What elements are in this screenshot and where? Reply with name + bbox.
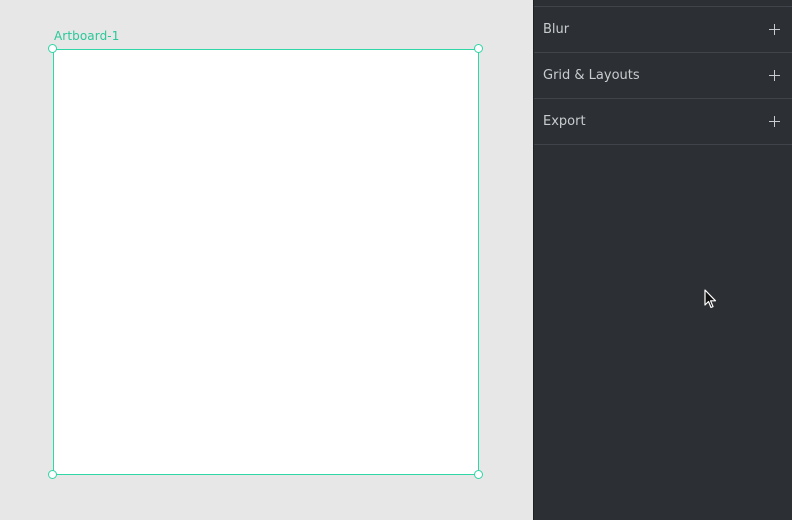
design-canvas[interactable]: Artboard-1 (0, 0, 533, 520)
properties-panel: Blur Grid & Layouts Export (533, 0, 792, 520)
add-grid-plus-icon[interactable] (769, 70, 780, 81)
section-export-label: Export (543, 114, 586, 129)
add-export-plus-icon[interactable] (769, 116, 780, 127)
section-blur[interactable]: Blur (534, 7, 792, 53)
resize-handle-top-right[interactable] (474, 44, 483, 53)
resize-handle-bottom-right[interactable] (474, 470, 483, 479)
artboard-label[interactable]: Artboard-1 (54, 29, 119, 43)
mouse-cursor-icon (704, 289, 717, 309)
add-blur-plus-icon[interactable] (769, 24, 780, 35)
section-export[interactable]: Export (534, 99, 792, 145)
resize-handle-top-left[interactable] (48, 44, 57, 53)
section-blur-label: Blur (543, 22, 570, 37)
section-grid-layouts-label: Grid & Layouts (543, 68, 640, 83)
section-grid-layouts[interactable]: Grid & Layouts (534, 53, 792, 99)
artboard[interactable] (53, 49, 479, 475)
resize-handle-bottom-left[interactable] (48, 470, 57, 479)
